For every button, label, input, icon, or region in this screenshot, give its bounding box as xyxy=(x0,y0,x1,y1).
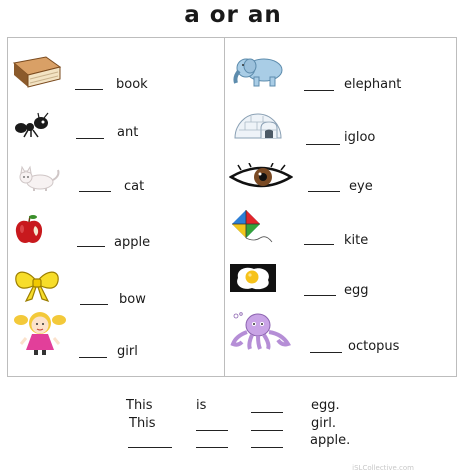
apple-icon xyxy=(13,214,45,246)
word-label: kite xyxy=(344,233,369,248)
answer-blank[interactable] xyxy=(77,246,105,247)
egg-icon xyxy=(230,264,276,292)
igloo-icon xyxy=(231,108,285,140)
sentence-3-blank[interactable] xyxy=(251,447,283,448)
sentence-2-word-1: This xyxy=(129,416,156,431)
book-icon xyxy=(12,55,62,89)
kite-icon xyxy=(230,208,274,246)
sentence-2-blank[interactable] xyxy=(196,430,228,431)
answer-blank[interactable] xyxy=(304,90,334,91)
sentence-1-word-2: is xyxy=(196,398,207,413)
sentence-2-word-2: girl. xyxy=(311,416,336,431)
answer-blank[interactable] xyxy=(79,357,107,358)
elephant-icon xyxy=(232,55,286,87)
sentence-2-blank[interactable] xyxy=(251,430,283,431)
sentence-3-word-1: apple. xyxy=(310,433,351,448)
answer-blank[interactable] xyxy=(306,144,340,145)
sentence-1-word-3: egg. xyxy=(311,398,340,413)
answer-blank[interactable] xyxy=(308,191,340,192)
word-label: igloo xyxy=(344,130,376,145)
worksheet-title: a or an xyxy=(184,2,282,28)
answer-blank[interactable] xyxy=(304,295,336,296)
word-label: egg xyxy=(344,283,369,298)
ant-icon xyxy=(14,112,50,138)
eye-icon xyxy=(229,163,293,191)
bow-icon xyxy=(12,267,62,303)
answer-blank[interactable] xyxy=(80,304,108,305)
word-label: ant xyxy=(117,125,139,140)
watermark: iSLCollective.com xyxy=(352,464,414,472)
word-label: octopus xyxy=(348,339,400,354)
sentence-3-blank[interactable] xyxy=(128,447,172,448)
column-divider xyxy=(224,37,225,377)
answer-blank[interactable] xyxy=(304,244,334,245)
cat-icon xyxy=(16,164,62,192)
answer-blank[interactable] xyxy=(310,352,342,353)
sentence-3-blank[interactable] xyxy=(196,447,228,448)
sentence-1-word-1: This xyxy=(126,398,153,413)
word-label: apple xyxy=(114,235,151,250)
girl-icon xyxy=(12,308,68,356)
sentence-1-blank[interactable] xyxy=(251,412,283,413)
word-label: cat xyxy=(124,179,145,194)
word-label: eye xyxy=(349,179,373,194)
answer-blank[interactable] xyxy=(75,89,103,90)
answer-blank[interactable] xyxy=(76,138,104,139)
answer-blank[interactable] xyxy=(79,191,111,192)
word-label: girl xyxy=(117,344,138,359)
word-label: book xyxy=(116,77,148,92)
octopus-icon xyxy=(230,312,292,350)
word-label: bow xyxy=(119,292,146,307)
word-label: elephant xyxy=(344,77,402,92)
